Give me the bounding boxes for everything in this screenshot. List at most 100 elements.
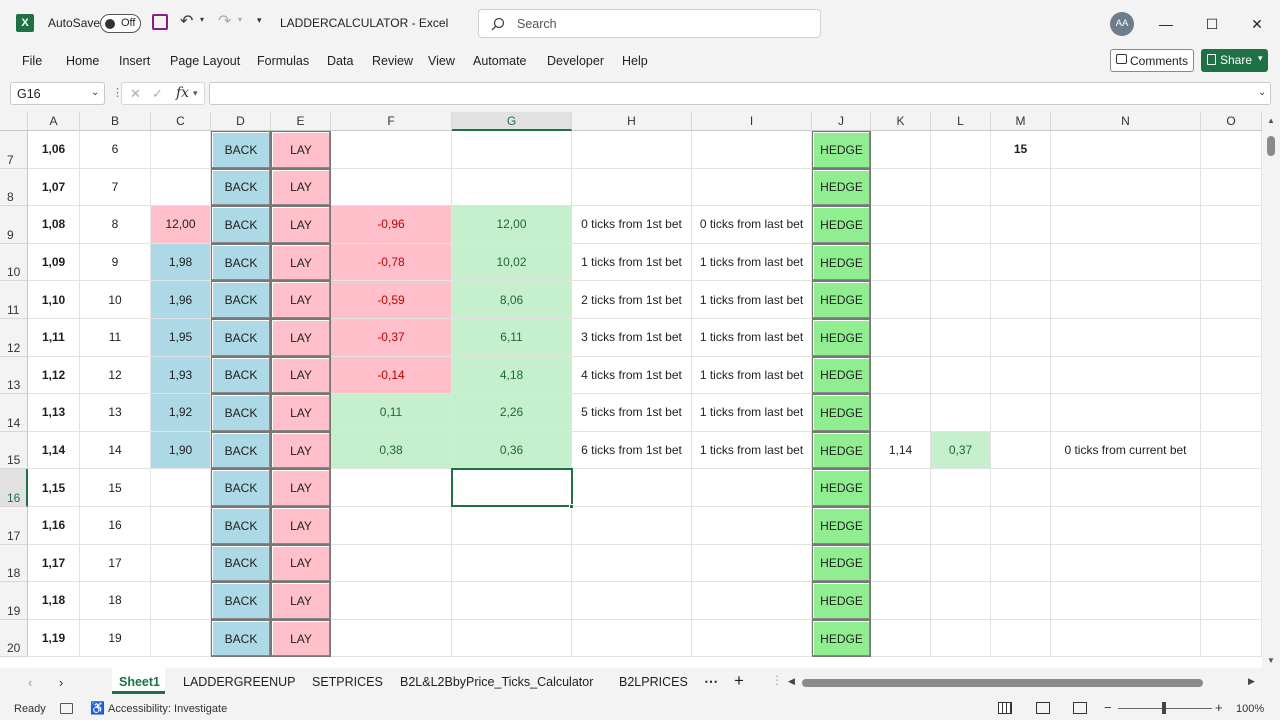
lay-button-row-12[interactable]: LAY [271,319,331,357]
save-icon[interactable] [152,14,168,30]
cancel-icon[interactable]: ✕ [130,86,141,102]
cell-f12[interactable]: -0,37 [331,319,452,357]
cell-g12[interactable]: 6,11 [452,319,572,357]
cell-b10[interactable]: 9 [80,243,151,282]
cell-g13[interactable]: 4,18 [452,356,572,395]
cell-c12[interactable]: 1,95 [151,319,211,357]
cell-g17[interactable] [452,507,572,545]
lay-button-row-17[interactable]: LAY [271,507,331,545]
hedge-button-row-17[interactable]: HEDGE [812,507,871,545]
column-header-l[interactable]: L [931,112,991,131]
cell-a16[interactable]: 1,15 [28,469,80,507]
scroll-up-icon[interactable]: ▲ [1267,116,1275,125]
active-cell-selection[interactable] [451,468,573,507]
back-button-row-16[interactable]: BACK [211,469,271,507]
cell-l14[interactable] [931,394,991,432]
cell-f14[interactable]: 0,11 [331,394,452,432]
hedge-button-row-9[interactable]: HEDGE [812,206,871,244]
zoom-level[interactable]: 100% [1236,703,1264,715]
lay-button-row-16[interactable]: LAY [271,469,331,507]
cell-b19[interactable]: 18 [80,582,151,620]
cell-m17[interactable] [991,507,1051,545]
zoom-in-icon[interactable]: + [1215,700,1223,715]
cell-c13[interactable]: 1,93 [151,356,211,395]
column-header-i[interactable]: I [692,112,812,131]
tab-laddergreenup[interactable]: LADDERGREENUP [183,675,296,689]
customize-toolbar-icon[interactable]: ▾ [257,15,262,26]
cell-n18[interactable] [1051,544,1201,583]
lay-button-row-14[interactable]: LAY [271,394,331,432]
column-header-j[interactable]: J [812,112,871,131]
cell-l18[interactable] [931,544,991,583]
back-button-row-18[interactable]: BACK [211,544,271,583]
row-header-11[interactable]: 11 [0,281,28,319]
column-header-n[interactable]: N [1051,112,1201,131]
cell-k10[interactable] [871,243,931,282]
cell-c19[interactable] [151,582,211,620]
lay-button-row-15[interactable]: LAY [271,431,331,470]
cell-h9[interactable]: 0 ticks from 1st bet [572,206,692,244]
row-header-16[interactable]: 16 [0,469,28,507]
back-button-row-9[interactable]: BACK [211,206,271,244]
cell-n11[interactable] [1051,281,1201,319]
cell-h17[interactable] [572,507,692,545]
insert-function-icon[interactable]: fx [176,85,189,101]
avatar[interactable]: AA [1110,12,1134,36]
cell-n15[interactable]: 0 ticks from current bet [1051,431,1201,470]
cell-a13[interactable]: 1,12 [28,356,80,395]
hedge-button-row-7[interactable]: HEDGE [812,131,871,169]
tab-page-layout[interactable]: Page Layout [170,54,240,68]
cell-f11[interactable]: -0,59 [331,281,452,319]
cell-n13[interactable] [1051,356,1201,395]
cell-i16[interactable] [692,469,812,507]
column-header-g[interactable]: G [452,112,572,131]
cell-l9[interactable] [931,206,991,244]
lay-button-row-19[interactable]: LAY [271,582,331,620]
cell-a14[interactable]: 1,13 [28,394,80,432]
cell-m9[interactable] [991,206,1051,244]
row-header-15[interactable]: 15 [0,431,28,470]
cell-l20[interactable] [931,619,991,658]
cell-i19[interactable] [692,582,812,620]
cell-i15[interactable]: 1 ticks from last bet [692,431,812,470]
accessibility-status[interactable]: Accessibility: Investigate [108,703,227,715]
lay-button-row-7[interactable]: LAY [271,131,331,169]
chevron-down-icon[interactable]: ▾ [1258,53,1263,64]
cell-h16[interactable] [572,469,692,507]
back-button-row-8[interactable]: BACK [211,168,271,207]
zoom-out-icon[interactable]: − [1104,700,1112,715]
cell-i14[interactable]: 1 ticks from last bet [692,394,812,432]
cell-k17[interactable] [871,507,931,545]
cell-c15[interactable]: 1,90 [151,431,211,470]
cell-k20[interactable] [871,619,931,658]
cell-n19[interactable] [1051,582,1201,620]
cell-n12[interactable] [1051,319,1201,357]
cell-i12[interactable]: 1 ticks from last bet [692,319,812,357]
cell-h12[interactable]: 3 ticks from 1st bet [572,319,692,357]
cell-l13[interactable] [931,356,991,395]
cell-l12[interactable] [931,319,991,357]
row-header-19[interactable]: 19 [0,582,28,620]
cell-b17[interactable]: 16 [80,507,151,545]
expand-formula-bar-icon[interactable]: ⌄ [1258,87,1266,98]
add-sheet-icon[interactable]: + [734,671,744,691]
cell-o18[interactable] [1201,544,1262,583]
hedge-button-row-8[interactable]: HEDGE [812,168,871,207]
tab-setprices[interactable]: SETPRICES [312,675,383,689]
hedge-button-row-18[interactable]: HEDGE [812,544,871,583]
cell-k15[interactable]: 1,14 [871,431,931,470]
cell-f16[interactable] [331,469,452,507]
cell-i11[interactable]: 1 ticks from last bet [692,281,812,319]
cell-h11[interactable]: 2 ticks from 1st bet [572,281,692,319]
cell-b12[interactable]: 11 [80,319,151,357]
lay-button-row-13[interactable]: LAY [271,356,331,395]
search-box[interactable]: Search [478,9,821,38]
cell-o19[interactable] [1201,582,1262,620]
tab-home[interactable]: Home [66,54,99,68]
column-header-o[interactable]: O [1201,112,1262,131]
cell-o14[interactable] [1201,394,1262,432]
cell-m18[interactable] [991,544,1051,583]
cell-a19[interactable]: 1,18 [28,582,80,620]
row-header-10[interactable]: 10 [0,243,28,282]
back-button-row-12[interactable]: BACK [211,319,271,357]
